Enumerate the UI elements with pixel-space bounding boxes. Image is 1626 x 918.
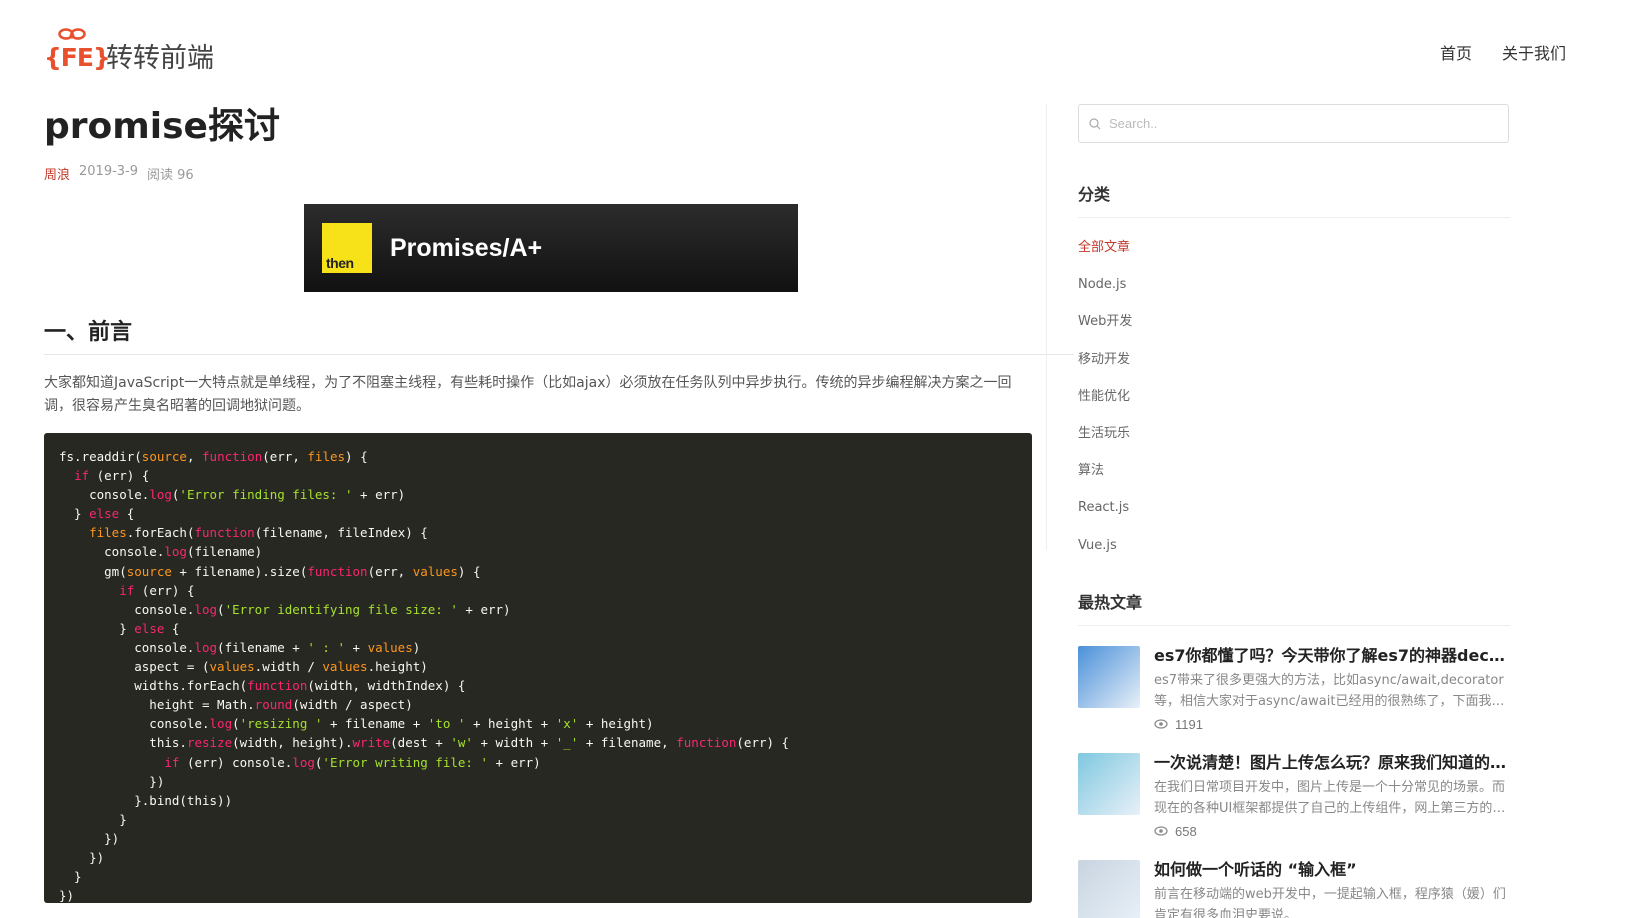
- banner-title: Promises/A+: [390, 233, 543, 262]
- category-item[interactable]: 移动开发: [1078, 344, 1510, 381]
- hot-post-excerpt: 前言在移动端的web开发中，一提起输入框，程序猿（媛）们肯定有很多血泪史要说。: [1154, 886, 1506, 918]
- post-author-link[interactable]: 周浪: [44, 164, 70, 183]
- post-meta: 周浪 2019-3-9 阅读 96: [44, 164, 1074, 183]
- hot-post-title[interactable]: es7你都懂了吗？今天带你了解es7的神器decorator: [1154, 646, 1510, 666]
- sidebar: 分类 全部文章Node.jsWeb开发移动开发性能优化生活玩乐算法React.j…: [1078, 104, 1510, 918]
- article: promise探讨 周浪 2019-3-9 阅读 96 then Promise…: [44, 100, 1074, 903]
- nav-home-link[interactable]: 首页: [1440, 40, 1472, 64]
- eye-icon: [1154, 826, 1168, 836]
- site-header: {FE} 转转前端 首页 关于我们: [0, 0, 1626, 100]
- hot-post-item[interactable]: 如何做一个听话的 “输入框” 前言在移动端的web开发中，一提起输入框，程序猿（媛…: [1078, 859, 1510, 918]
- hot-posts-heading: 最热文章: [1078, 589, 1510, 626]
- post-date: 2019-3-9: [79, 164, 139, 179]
- nav-about-link[interactable]: 关于我们: [1502, 40, 1566, 64]
- eye-icon: [1154, 719, 1168, 729]
- hot-post-excerpt: 在我们日常项目开发中，图片上传是一个十分常见的场景。而现在的各种UI框架都提供了…: [1154, 779, 1506, 816]
- category-item[interactable]: 算法: [1078, 455, 1510, 492]
- category-item[interactable]: 生活玩乐: [1078, 418, 1510, 455]
- hot-post-views: 658: [1154, 824, 1510, 839]
- category-list: 全部文章 Node.js Web开发 移动开发 性能优化 生活玩乐 算法 React.js Vu…: [1078, 232, 1510, 567]
- hot-post-view-count: 658: [1175, 823, 1197, 839]
- post-read-count: 阅读 96: [147, 168, 194, 183]
- hot-post-views: 1191: [1154, 717, 1510, 732]
- post-title: promise探讨: [44, 106, 280, 147]
- search-icon: [1089, 117, 1101, 129]
- hot-post-body: 一次说清楚！图片上传怎么玩？原来我们知道的这么少在我们日常项目开发中，图片上传是…: [1154, 753, 1510, 840]
- hot-post-thumbnail[interactable]: [1078, 752, 1140, 815]
- category-item[interactable]: Vue.js: [1078, 530, 1510, 567]
- bow-icon: [58, 28, 86, 40]
- hot-post-item[interactable]: 一次说清楚！图片上传怎么玩？原来我们知道的这么少在我们日常项目开发中，图片上传是…: [1078, 752, 1510, 840]
- column-divider: [1046, 104, 1047, 550]
- code-content: fs.readdir(source, function(err, files) …: [59, 449, 790, 903]
- hot-post-item[interactable]: es7你都懂了吗？今天带你了解es7的神器decorator es7带来了很多更强…: [1078, 645, 1510, 733]
- search-input[interactable]: [1109, 116, 1489, 131]
- code-block: fs.readdir(source, function(err, files) …: [44, 433, 1032, 903]
- logo-fe-text: {FE}: [44, 43, 111, 72]
- hot-post-thumbnail[interactable]: [1078, 645, 1140, 708]
- hot-post-body: 如何做一个听话的 “输入框” 前言在移动端的web开发中，一提起输入框，程序猿（媛…: [1154, 860, 1510, 918]
- hot-post-thumbnail[interactable]: [1078, 859, 1140, 918]
- article-banner-image: then Promises/A+: [304, 204, 798, 292]
- hot-post-title[interactable]: 如何做一个听话的 “输入框”: [1154, 860, 1510, 880]
- category-item[interactable]: 全部文章: [1078, 232, 1510, 269]
- category-item[interactable]: Web开发: [1078, 306, 1510, 343]
- section-heading: 一、前言: [44, 314, 1074, 355]
- hot-posts-list: es7你都懂了吗？今天带你了解es7的神器decorator es7带来了很多更强…: [1078, 645, 1510, 918]
- top-nav: 首页 关于我们: [1440, 40, 1566, 64]
- hot-post-view-count: 1191: [1175, 716, 1203, 732]
- intro-paragraph: 大家都知道JavaScript一大特点就是单线程，为了不阻塞主线程，有些耗时操作…: [44, 375, 1012, 414]
- categories-heading: 分类: [1078, 181, 1510, 218]
- hot-post-body: es7你都懂了吗？今天带你了解es7的神器decorator es7带来了很多更强…: [1154, 646, 1510, 733]
- then-badge-label: then: [326, 255, 354, 271]
- category-item[interactable]: 性能优化: [1078, 381, 1510, 418]
- hot-post-title[interactable]: 一次说清楚！图片上传怎么玩？原来我们知道的这么少: [1154, 753, 1510, 773]
- category-item[interactable]: Node.js: [1078, 269, 1510, 306]
- site-logo[interactable]: {FE} 转转前端: [44, 28, 214, 76]
- then-badge: then: [322, 223, 372, 273]
- hot-post-excerpt: es7带来了很多更强大的方法，比如async/await,decorator等，…: [1154, 672, 1505, 709]
- category-item[interactable]: React.js: [1078, 492, 1510, 529]
- logo-mark: {FE}: [44, 28, 111, 76]
- search-box: [1078, 104, 1509, 143]
- site-name: 转转前端: [106, 43, 214, 74]
